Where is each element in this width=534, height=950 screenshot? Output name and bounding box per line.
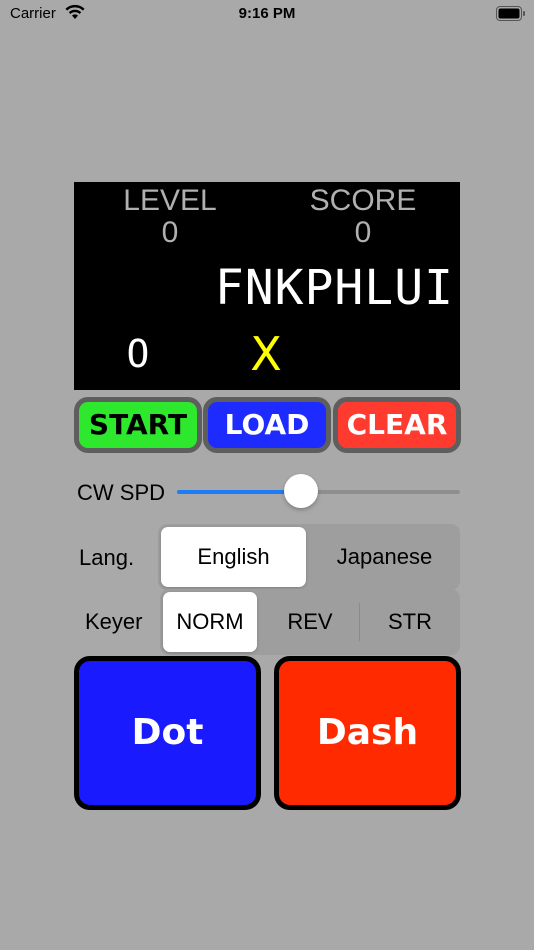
speed-slider-track-filled[interactable] [177, 490, 301, 494]
level-value: 0 [161, 216, 179, 249]
input-character: O [126, 332, 150, 376]
clear-button[interactable]: CLEAR [333, 397, 461, 453]
dash-button[interactable]: Dash [274, 656, 461, 810]
speed-slider-track[interactable] [301, 490, 460, 494]
score-label: SCORE [309, 184, 417, 217]
language-label: Lang. [79, 545, 135, 570]
result-mark: X [250, 327, 282, 381]
battery-icon [496, 6, 525, 21]
cw-speed-label: CW SPD [77, 480, 165, 505]
level-label: LEVEL [123, 184, 217, 217]
keyer-label: Keyer [85, 609, 143, 634]
status-bar: Carrier 9:16 PM [0, 0, 534, 28]
load-button[interactable]: LOAD [203, 397, 331, 453]
game-display: LEVEL 0 SCORE 0 FNKPHLUI O X [74, 182, 460, 390]
keyer-segmented-control: NORM REV STR [160, 589, 460, 655]
dot-button[interactable]: Dot [74, 656, 261, 810]
clock-time: 9:16 PM [238, 5, 296, 22]
keyer-option-norm[interactable]: NORM [163, 592, 257, 652]
language-segmented-control: English Japanese [158, 524, 460, 590]
language-option-japanese[interactable]: Japanese [309, 524, 460, 590]
language-option-english[interactable]: English [161, 527, 306, 587]
score-value: 0 [354, 216, 372, 249]
target-word: FNKPHLUI [214, 260, 454, 316]
speed-slider-thumb[interactable] [284, 474, 318, 508]
keyer-option-rev[interactable]: REV [260, 589, 360, 655]
keyer-option-str[interactable]: STR [360, 589, 460, 655]
start-button[interactable]: START [74, 397, 202, 453]
